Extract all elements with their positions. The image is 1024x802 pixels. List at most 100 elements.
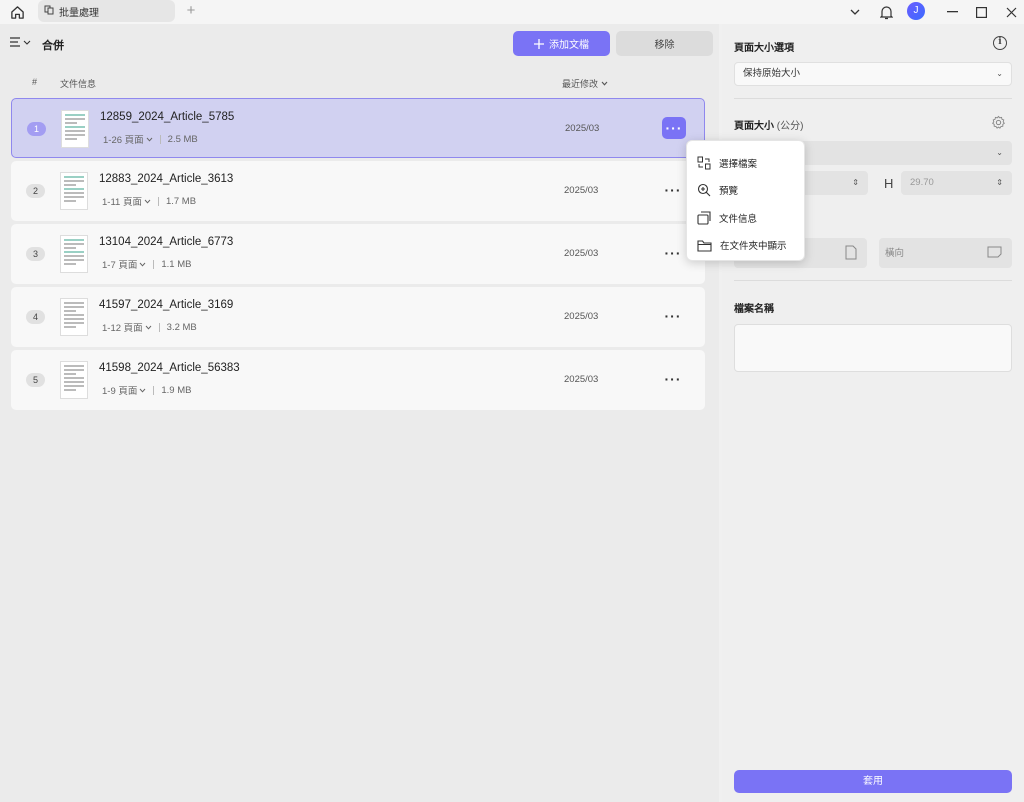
maximize-icon[interactable] [971,2,991,22]
file-meta: 1-26 頁面 2.5 MB [103,132,198,147]
page-size-options-title: 頁面大小選項 [734,43,794,54]
menu-item-show-in-folder[interactable]: 在文件夾中顯示 [687,232,804,260]
menu-item-select-file[interactable]: 選擇檔案 [687,149,804,177]
page-size-option-select[interactable]: 保持原始大小 ⌄ [734,62,1012,86]
plus-icon [534,38,544,49]
avatar[interactable]: J [907,2,925,20]
modified-date: 2025/03 [564,311,599,322]
page-range[interactable]: 1-26 頁面 [103,132,144,146]
file-name: 41597_2024_Article_3169 [99,299,234,311]
row-index: 3 [26,247,45,261]
row-index: 2 [26,184,45,198]
file-name: 41598_2024_Article_56383 [99,362,240,374]
modified-date: 2025/03 [564,374,599,385]
document-thumbnail [60,235,88,273]
chevron-down-icon[interactable] [845,2,865,22]
table-row[interactable]: 5 41598_2024_Article_56383 1-9 頁面 1.9 MB… [11,350,705,410]
minimize-icon[interactable] [942,2,962,22]
menu-item-preview[interactable]: 預覽 [687,177,804,205]
chevron-down-icon: ⌄ [996,69,1003,78]
sort-chevron-icon [601,81,608,86]
bell-icon[interactable] [876,2,896,22]
landscape-page-icon [987,246,1002,258]
file-meta: 1-9 頁面 1.9 MB [102,383,192,398]
modified-date: 2025/03 [564,185,599,196]
table-row[interactable]: 1 12859_2024_Article_5785 1-26 頁面 2.5 MB… [11,98,705,158]
gear-icon[interactable] [991,115,1006,133]
table-row[interactable]: 3 13104_2024_Article_6773 1-7 頁面 1.1 MB … [11,224,705,284]
menu-item-label: 在文件夾中顯示 [720,241,787,253]
height-stepper[interactable]: 29.70 ⇕ [901,171,1012,195]
file-name: 12859_2024_Article_5785 [100,111,235,123]
height-label: H [884,176,894,191]
menu-item-file-info[interactable]: 文件信息 [687,204,804,232]
modified-date: 2025/03 [565,123,600,134]
tab-batch-process[interactable]: 批量處理 [38,0,175,22]
file-name-title: 檔案名稱 [734,304,774,315]
chevron-down-icon[interactable] [144,199,151,204]
table-row[interactable]: 4 41597_2024_Article_3169 1-12 頁面 3.2 MB… [11,287,705,347]
add-document-button[interactable]: 添加文檔 [513,31,610,56]
page-range[interactable]: 1-11 頁面 [102,194,142,208]
chevron-down-icon[interactable] [139,388,146,393]
close-icon[interactable] [1001,2,1021,22]
height-value: 29.70 [910,177,934,188]
file-meta: 1-12 頁面 3.2 MB [102,320,197,335]
page-size-unit: (公分) [776,121,804,132]
table-row[interactable]: 2 12883_2024_Article_3613 1-11 頁面 1.7 MB… [11,161,705,221]
page-title: 合併 [42,40,64,52]
page-size-option-value: 保持原始大小 [743,68,801,79]
column-header-modified[interactable]: 最近修改 [562,77,608,90]
chevron-down-icon[interactable] [146,137,153,142]
folder-icon [697,240,712,252]
file-info-icon [697,211,711,225]
more-options-icon[interactable]: ··· [661,242,685,264]
landscape-option[interactable]: 橫向 [879,238,1012,268]
page-size-label: 頁面大小 [734,121,774,132]
document-thumbnail [61,110,89,148]
chevron-down-icon [23,40,31,45]
file-name: 13104_2024_Article_6773 [99,236,234,248]
file-size: 1.9 MB [161,384,192,396]
menu-toggle[interactable] [10,37,31,47]
page-range[interactable]: 1-12 頁面 [102,320,143,334]
column-header-index: # [32,77,38,87]
chevron-down-icon[interactable] [145,325,152,330]
page-size-title: 頁面大小 (公分) [734,117,803,132]
document-thumbnail [60,172,88,210]
document-thumbnail [60,298,88,336]
batch-icon [44,5,54,18]
remove-button[interactable]: 移除 [616,31,713,56]
file-size: 2.5 MB [167,133,198,145]
chevron-down-icon: ⌄ [996,148,1003,157]
new-tab-plus-icon[interactable]: + [183,3,199,19]
divider [734,98,1012,99]
page-range[interactable]: 1-9 頁面 [102,383,137,397]
more-options-icon[interactable]: ··· [662,117,686,139]
stepper-arrows-icon: ⇕ [996,178,1003,187]
more-options-icon[interactable]: ··· [661,368,685,390]
apply-button[interactable]: 套用 [734,770,1012,793]
home-icon[interactable] [8,3,26,21]
add-document-label: 添加文檔 [549,40,589,51]
file-size: 1.1 MB [161,258,192,270]
swap-file-icon [697,156,711,170]
row-index: 1 [27,122,46,136]
chevron-down-icon[interactable] [139,262,146,267]
menu-item-label: 預覽 [719,186,739,198]
modified-date: 2025/03 [564,248,599,259]
more-options-icon[interactable]: ··· [661,179,685,201]
portrait-page-icon [845,245,857,260]
file-name-input[interactable] [734,324,1012,372]
more-options-icon[interactable]: ··· [661,305,685,327]
landscape-label: 橫向 [885,248,905,259]
file-meta: 1-7 頁面 1.1 MB [102,257,192,272]
page-range[interactable]: 1-7 頁面 [102,257,137,271]
document-thumbnail [60,361,88,399]
column-header-file-info: 文件信息 [60,79,97,89]
title-bar: 批量處理 + J [0,0,1024,24]
info-icon[interactable]: i [993,36,1007,50]
column-header-modified-label: 最近修改 [562,79,599,89]
file-size: 3.2 MB [166,321,197,333]
row-index: 5 [26,373,45,387]
